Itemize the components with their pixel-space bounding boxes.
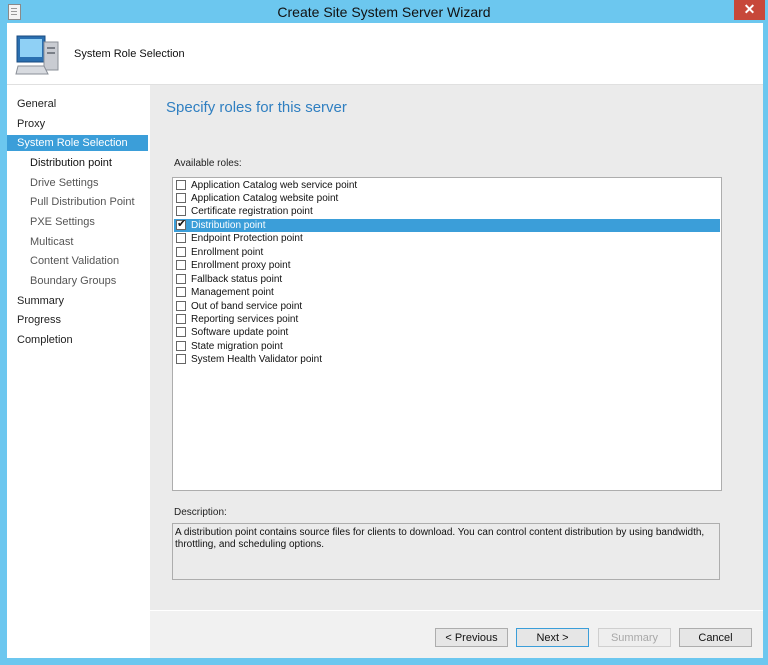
description-label: Description: — [174, 507, 227, 518]
list-item[interactable]: Enrollment proxy point — [174, 259, 720, 272]
nav-item-drive-settings[interactable]: Drive Settings — [7, 175, 148, 191]
next-button[interactable]: Next > — [516, 628, 589, 647]
role-label: Application Catalog website point — [191, 193, 339, 204]
role-checkbox[interactable]: ✔ — [176, 218, 187, 230]
content-heading: Specify roles for this server — [166, 99, 347, 116]
nav-item-completion[interactable]: Completion — [7, 332, 148, 348]
list-item[interactable]: Endpoint Protection point — [174, 232, 720, 245]
list-item[interactable]: Software update point — [174, 326, 720, 339]
roles-listbox[interactable]: Application Catalog web service point Ap… — [172, 177, 722, 491]
role-label: Fallback status point — [191, 274, 283, 285]
nav-item-system-role-selection[interactable]: System Role Selection — [7, 135, 148, 151]
list-item[interactable]: State migration point — [174, 340, 720, 353]
role-checkbox[interactable] — [176, 354, 186, 364]
wizard-header: System Role Selection — [7, 23, 763, 85]
cancel-button[interactable]: Cancel — [679, 628, 752, 647]
description-text: A distribution point contains source fil… — [172, 523, 720, 580]
list-item[interactable]: Application Catalog website point — [174, 192, 720, 205]
role-label: Reporting services point — [191, 314, 299, 325]
role-label: Management point — [191, 287, 274, 298]
button-bar: < Previous Next > Summary Cancel — [150, 611, 763, 658]
list-item[interactable]: Certificate registration point — [174, 205, 720, 218]
nav-item-proxy[interactable]: Proxy — [7, 116, 148, 132]
role-label: Certificate registration point — [191, 206, 313, 217]
close-button[interactable]: ✕ — [734, 0, 765, 20]
role-checkbox[interactable] — [176, 314, 186, 324]
list-item[interactable]: Enrollment point — [174, 246, 720, 259]
wizard-content: Specify roles for this server Available … — [150, 85, 763, 658]
nav-item-content-validation[interactable]: Content Validation — [7, 253, 148, 269]
nav-item-distribution-point[interactable]: Distribution point — [7, 155, 148, 171]
nav-item-summary[interactable]: Summary — [7, 293, 148, 309]
wizard-window: Create Site System Server Wizard ✕ Syste… — [0, 0, 768, 665]
role-checkbox[interactable] — [176, 247, 186, 257]
wizard-client-area: System Role Selection General Proxy Syst… — [7, 23, 763, 658]
role-label: System Health Validator point — [191, 354, 322, 365]
list-item[interactable]: ✔ Distribution point — [174, 218, 720, 232]
role-label: Distribution point — [191, 220, 266, 231]
list-item[interactable]: Management point — [174, 286, 720, 299]
list-item[interactable]: Fallback status point — [174, 273, 720, 286]
list-item[interactable]: Application Catalog web service point — [174, 179, 720, 192]
role-checkbox[interactable] — [176, 180, 186, 190]
role-label: Enrollment proxy point — [191, 260, 291, 271]
role-label: State migration point — [191, 341, 283, 352]
available-roles-label: Available roles: — [174, 158, 242, 169]
role-checkbox[interactable] — [176, 206, 186, 216]
role-checkbox[interactable] — [176, 260, 186, 270]
role-checkbox[interactable] — [176, 327, 186, 337]
wizard-nav: General Proxy System Role Selection Dist… — [7, 85, 150, 658]
nav-item-multicast[interactable]: Multicast — [7, 234, 148, 250]
role-label: Endpoint Protection point — [191, 233, 303, 244]
role-label: Application Catalog web service point — [191, 180, 358, 191]
role-label: Enrollment point — [191, 247, 264, 258]
nav-item-pull-distribution-point[interactable]: Pull Distribution Point — [7, 194, 148, 210]
role-checkbox[interactable] — [176, 274, 186, 284]
role-checkbox[interactable] — [176, 233, 186, 243]
page-title: System Role Selection — [74, 48, 185, 60]
list-item[interactable]: Reporting services point — [174, 313, 720, 326]
role-checkbox[interactable] — [176, 287, 186, 297]
computer-icon — [15, 35, 59, 75]
role-checkbox[interactable] — [176, 301, 186, 311]
list-item[interactable]: Out of band service point — [174, 300, 720, 313]
role-checkbox[interactable] — [176, 193, 186, 203]
nav-item-pxe-settings[interactable]: PXE Settings — [7, 214, 148, 230]
previous-button[interactable]: < Previous — [435, 628, 508, 647]
role-label: Software update point — [191, 327, 289, 338]
nav-item-progress[interactable]: Progress — [7, 312, 148, 328]
nav-item-general[interactable]: General — [7, 96, 148, 112]
role-checkbox[interactable] — [176, 341, 186, 351]
nav-item-boundary-groups[interactable]: Boundary Groups — [7, 273, 148, 289]
checkmark-icon: ✔ — [177, 218, 187, 230]
role-label: Out of band service point — [191, 301, 303, 312]
summary-button[interactable]: Summary — [598, 628, 671, 647]
list-item[interactable]: System Health Validator point — [174, 353, 720, 366]
title-bar: Create Site System Server Wizard ✕ — [0, 0, 768, 23]
window-title: Create Site System Server Wizard — [277, 4, 491, 20]
